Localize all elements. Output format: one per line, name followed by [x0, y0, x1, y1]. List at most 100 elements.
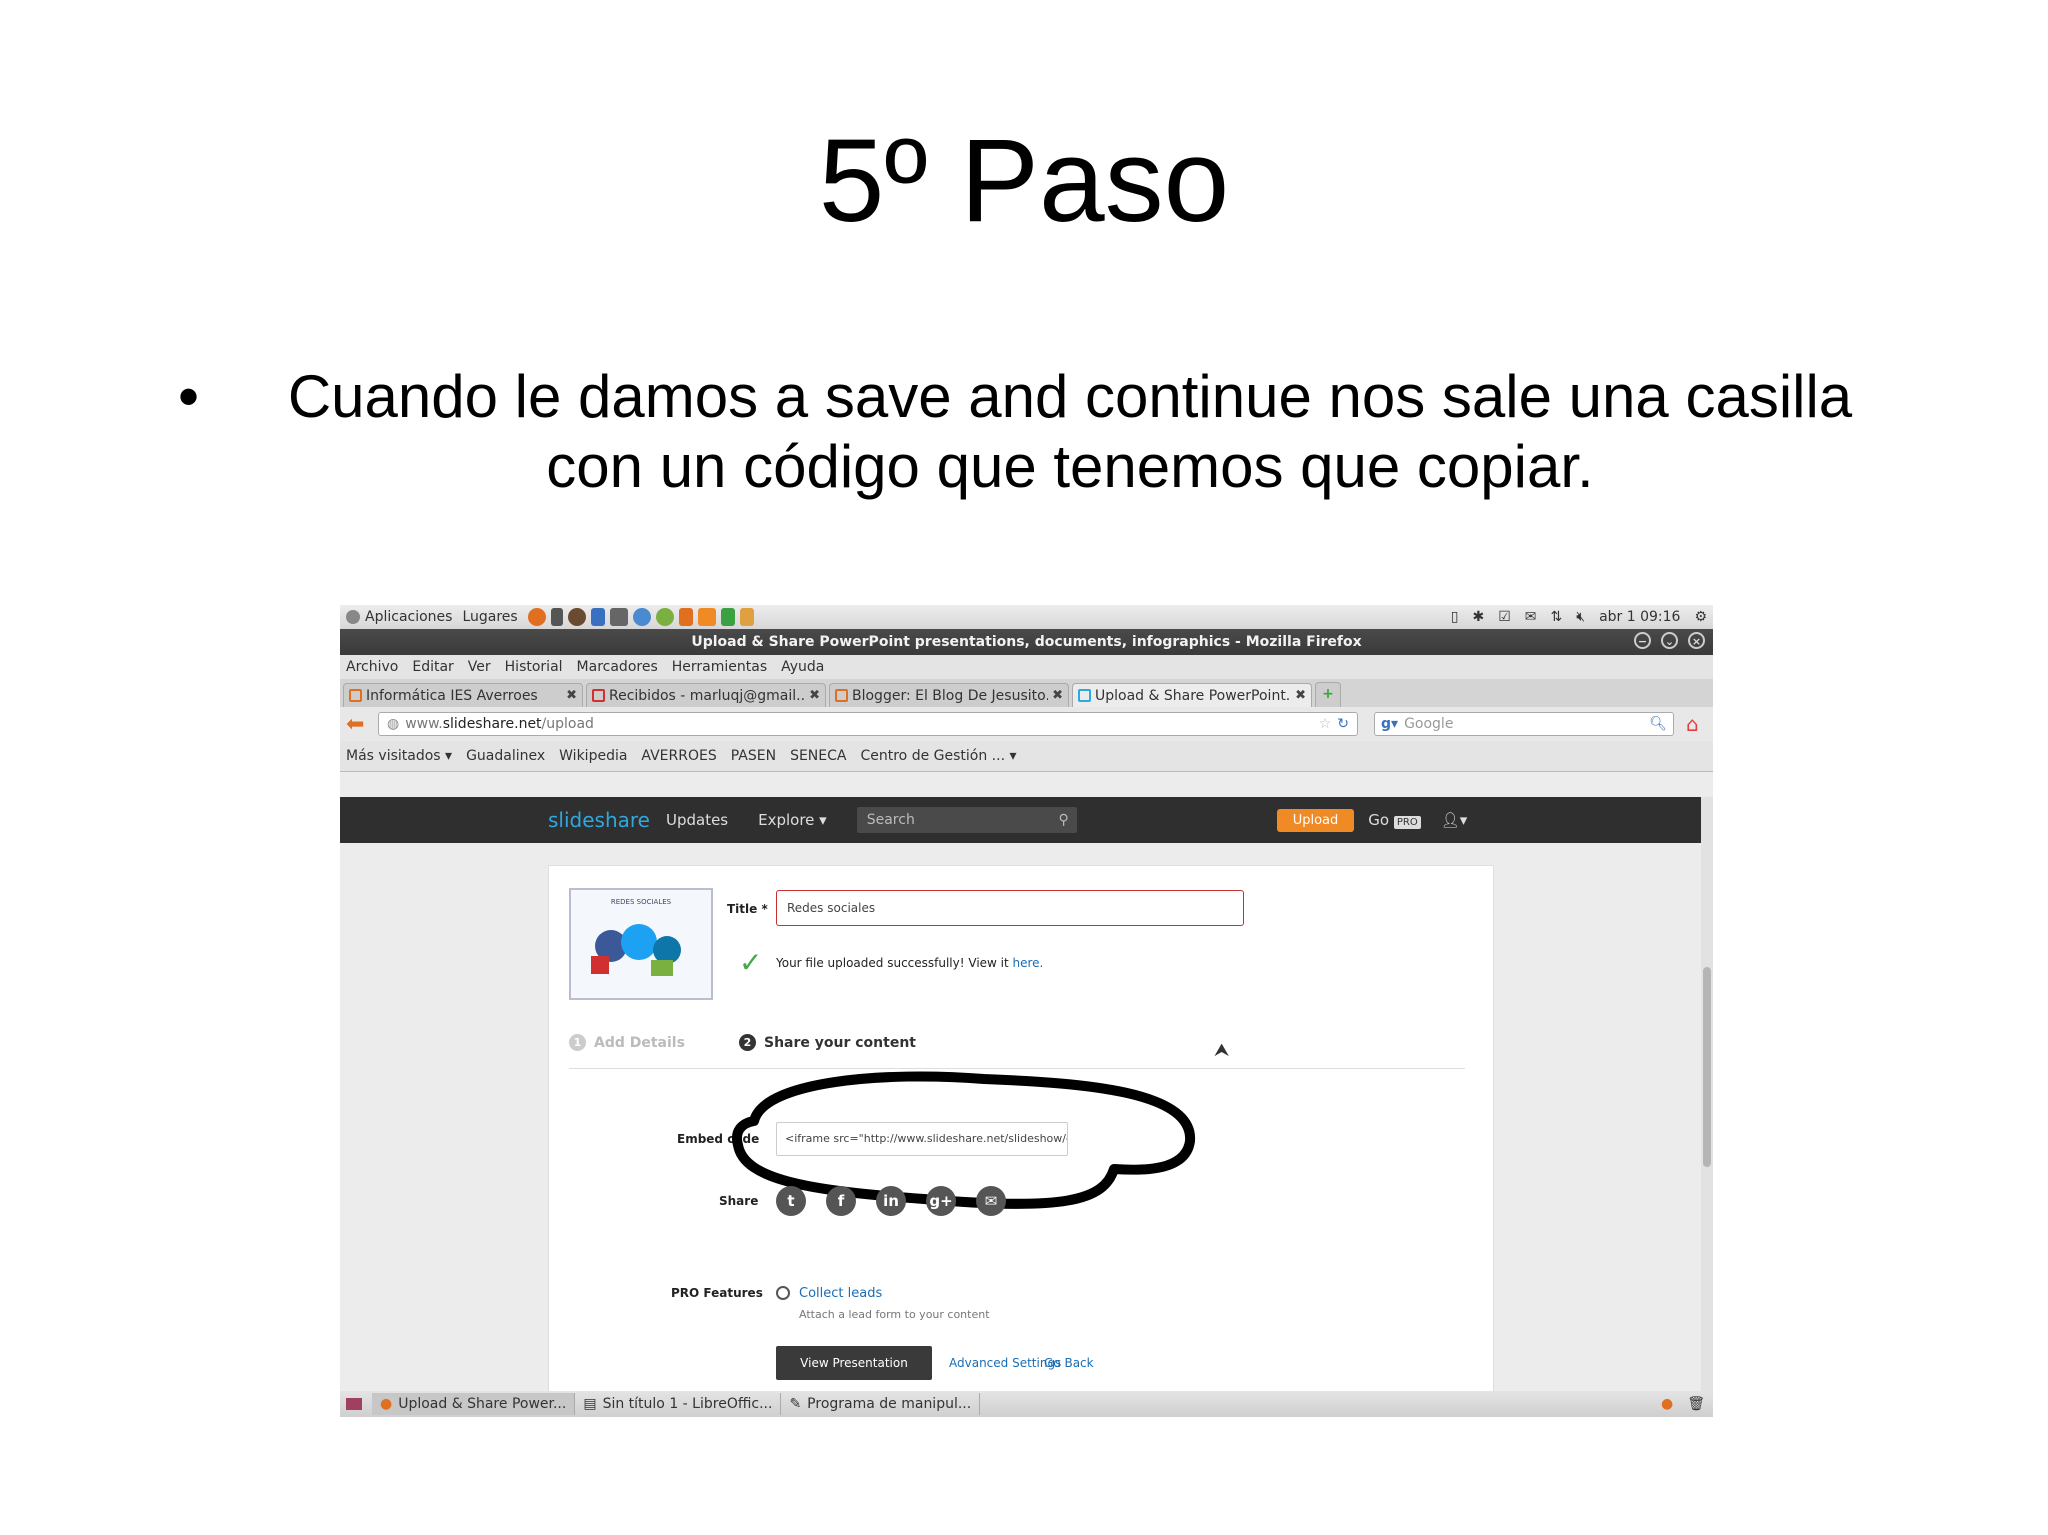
- gear-icon[interactable]: ⚙: [1694, 609, 1707, 625]
- search-placeholder: Google: [1404, 716, 1454, 732]
- view-presentation-button[interactable]: View Presentation: [776, 1346, 932, 1380]
- tab-informatica[interactable]: Informática IES Averroes ✖: [343, 683, 583, 707]
- view-here-link[interactable]: here.: [1013, 956, 1044, 970]
- tab-strip: Informática IES Averroes ✖ Recibidos - m…: [340, 679, 1713, 707]
- step-share-content: 2 Share your content: [739, 1034, 916, 1051]
- twitter-icon[interactable]: t: [776, 1186, 806, 1216]
- slideshare-search-input[interactable]: Search ⚲: [856, 807, 1077, 833]
- updates-link[interactable]: Updates: [666, 811, 728, 829]
- image-tool-icon[interactable]: [609, 608, 628, 626]
- maximize-icon[interactable]: ⌄: [1661, 632, 1678, 649]
- tab-label: Upload & Share PowerPoint...: [1095, 687, 1292, 704]
- folder-icon[interactable]: [697, 608, 716, 626]
- google-plus-icon[interactable]: g+: [926, 1186, 956, 1216]
- bookmark-averroes[interactable]: AVERROES: [641, 748, 716, 764]
- bookmark-mas-visitados[interactable]: Más visitados ▾: [346, 748, 452, 764]
- home-icon[interactable]: ⌂: [1686, 712, 1699, 736]
- applications-menu[interactable]: Aplicaciones: [365, 609, 452, 625]
- volume-muted-icon[interactable]: 🔇︎: [1576, 609, 1585, 625]
- trash-icon[interactable]: 🗑︎: [1687, 1396, 1705, 1412]
- close-tab-icon[interactable]: ✖: [1295, 688, 1306, 703]
- task-firefox[interactable]: ● Upload & Share Power...: [372, 1393, 576, 1415]
- bookmark-guadalinex[interactable]: Guadalinex: [466, 748, 545, 764]
- search-icon[interactable]: ⚲: [1058, 812, 1068, 828]
- menu-ayuda[interactable]: Ayuda: [781, 659, 824, 675]
- new-tab-button[interactable]: +: [1315, 682, 1341, 707]
- title-label: Title *: [727, 902, 768, 916]
- step-label: Add Details: [594, 1034, 685, 1051]
- task-libreoffice[interactable]: ▤ Sin título 1 - LibreOffic...: [575, 1393, 782, 1415]
- step-number: 2: [739, 1034, 756, 1051]
- scrollbar-thumb[interactable]: [1703, 967, 1711, 1167]
- bookmark-seneca[interactable]: SENECA: [790, 748, 846, 764]
- go-pro-link[interactable]: Go PRO: [1368, 811, 1421, 829]
- window-titlebar: Upload & Share PowerPoint presentations,…: [340, 629, 1713, 655]
- slideshare-logo[interactable]: slideshare: [548, 808, 650, 832]
- tab-slideshare[interactable]: Upload & Share PowerPoint... ✖: [1072, 683, 1312, 707]
- chrome-icon[interactable]: [567, 608, 586, 626]
- network-arrows-icon[interactable]: ⇅: [1551, 609, 1563, 625]
- browser-screenshot: Aplicaciones Lugares ▯ ✱ ☑ ✉ ⇅ 🔇︎ abr 1 …: [340, 605, 1713, 1417]
- menu-herramientas[interactable]: Herramientas: [672, 659, 767, 675]
- checkbox-icon[interactable]: ☑: [1498, 609, 1511, 625]
- tray-firefox-icon[interactable]: ●: [1661, 1396, 1673, 1412]
- close-icon[interactable]: ×: [1688, 632, 1705, 649]
- collect-leads-link[interactable]: Collect leads: [799, 1286, 882, 1301]
- clock[interactable]: abr 1 09:16: [1599, 609, 1680, 625]
- step-add-details[interactable]: 1 Add Details: [569, 1034, 685, 1051]
- menu-editar[interactable]: Editar: [412, 659, 453, 675]
- step-number: 1: [569, 1034, 586, 1051]
- taskbar: ● Upload & Share Power... ▤ Sin título 1…: [340, 1391, 1713, 1417]
- minimize-icon[interactable]: −: [1634, 632, 1651, 649]
- menu-archivo[interactable]: Archivo: [346, 659, 398, 675]
- firefox-icon[interactable]: [527, 608, 546, 626]
- desktop-panel: Aplicaciones Lugares ▯ ✱ ☑ ✉ ⇅ 🔇︎ abr 1 …: [340, 605, 1713, 629]
- email-icon[interactable]: ✉: [976, 1186, 1006, 1216]
- chat-icon[interactable]: ✱: [1472, 609, 1484, 625]
- explore-menu[interactable]: Explore ▾: [758, 811, 827, 829]
- bullet-dot: •: [178, 363, 200, 430]
- upload-button[interactable]: Upload: [1276, 808, 1355, 832]
- page-scrollbar[interactable]: [1701, 797, 1713, 1397]
- back-arrow-icon[interactable]: ⬅: [346, 712, 372, 737]
- network-icon[interactable]: [655, 608, 674, 626]
- linkedin-icon[interactable]: in: [876, 1186, 906, 1216]
- menu-marcadores[interactable]: Marcadores: [577, 659, 658, 675]
- user-icon[interactable]: 👤︎▾: [1441, 811, 1468, 829]
- bookmark-pasen[interactable]: PASEN: [731, 748, 776, 764]
- success-text: Your file uploaded successfully! View it: [776, 956, 1013, 970]
- go-back-link[interactable]: Go Back: [1044, 1356, 1094, 1370]
- writer-icon[interactable]: [590, 608, 605, 626]
- close-tab-icon[interactable]: ✖: [1052, 688, 1063, 703]
- mail-icon[interactable]: ✉: [1525, 609, 1537, 625]
- show-desktop-icon[interactable]: [346, 1398, 362, 1410]
- star-icon[interactable]: ☆: [1319, 716, 1332, 732]
- bookmark-centro-gestion[interactable]: Centro de Gestión ... ▾: [860, 748, 1016, 764]
- pro-badge: PRO: [1393, 816, 1421, 829]
- presentation-thumbnail[interactable]: REDES SOCIALES: [569, 888, 713, 1000]
- search-bar[interactable]: g▾ Google 🔍︎: [1374, 712, 1674, 736]
- google-icon: g▾: [1381, 716, 1399, 732]
- menu-ver[interactable]: Ver: [468, 659, 491, 675]
- search-icon[interactable]: 🔍︎: [1649, 716, 1667, 732]
- impress-icon[interactable]: [678, 608, 693, 626]
- menu-historial[interactable]: Historial: [505, 659, 563, 675]
- calc-icon[interactable]: [720, 608, 735, 626]
- close-tab-icon[interactable]: ✖: [566, 688, 577, 703]
- task-image-program[interactable]: ✎ Programa de manipul...: [781, 1393, 981, 1415]
- pen-icon[interactable]: [550, 608, 563, 626]
- battery-icon[interactable]: ▯: [1451, 609, 1459, 625]
- document-icon[interactable]: [739, 608, 754, 626]
- facebook-icon[interactable]: f: [826, 1186, 856, 1216]
- bookmark-wikipedia[interactable]: Wikipedia: [559, 748, 627, 764]
- places-menu[interactable]: Lugares: [462, 609, 517, 625]
- plus-circle-icon[interactable]: [776, 1286, 790, 1300]
- url-bar[interactable]: ◍ www. slideshare.net/upload ☆ ↻: [378, 712, 1358, 736]
- close-tab-icon[interactable]: ✖: [809, 688, 820, 703]
- tab-gmail[interactable]: Recibidos - marluqj@gmail.... ✖: [586, 683, 826, 707]
- search-placeholder: Search: [866, 812, 915, 828]
- tab-blogger[interactable]: Blogger: El Blog De Jesusito... ✖: [829, 683, 1069, 707]
- globe-icon[interactable]: [632, 608, 651, 626]
- title-input[interactable]: Redes sociales: [776, 890, 1244, 926]
- reload-icon[interactable]: ↻: [1337, 716, 1349, 732]
